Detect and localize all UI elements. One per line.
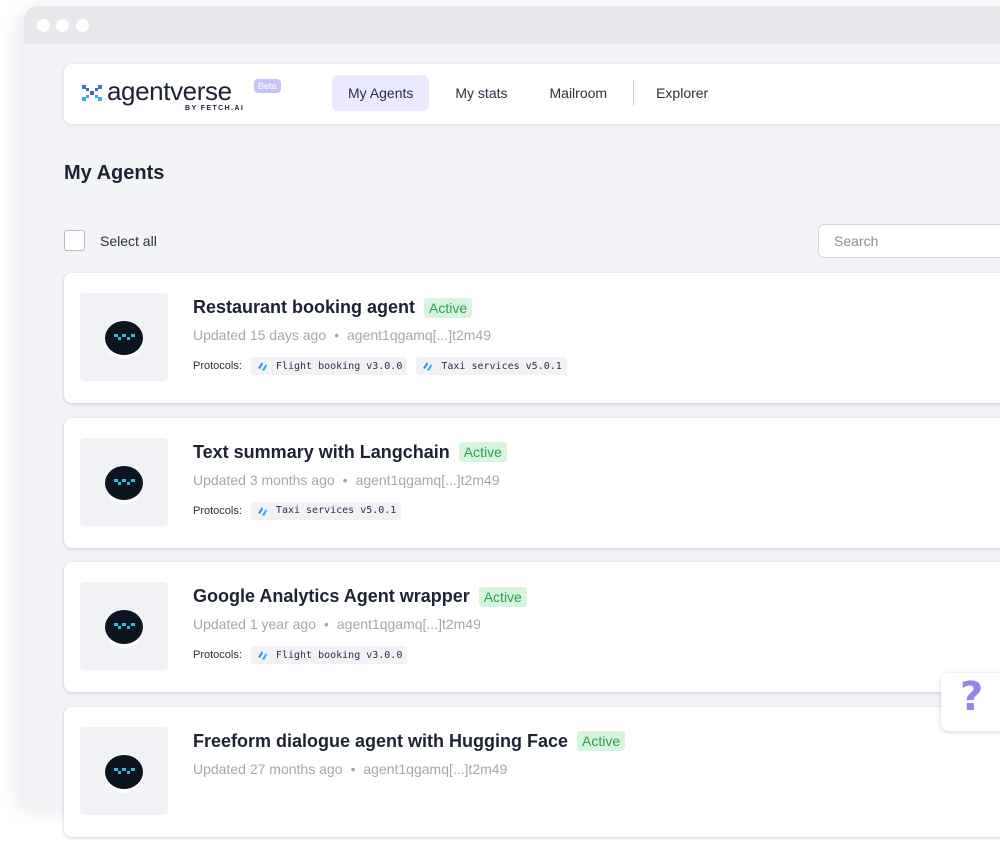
tab-explorer[interactable]: Explorer	[640, 75, 724, 111]
agent-card[interactable]: Google Analytics Agent wrapper Active Up…	[64, 562, 1000, 692]
agent-name-row: Freeform dialogue agent with Hugging Fac…	[193, 731, 626, 752]
agent-address[interactable]: agent1qgamq[...]t2m49	[347, 327, 491, 343]
tab-my-stats[interactable]: My stats	[439, 75, 523, 111]
agent-name[interactable]: Restaurant booking agent	[193, 297, 415, 318]
robot-avatar-icon	[105, 754, 143, 793]
window-dot-close[interactable]	[37, 19, 50, 32]
protocol-icon	[257, 651, 267, 660]
agent-avatar	[80, 582, 168, 670]
beta-badge: Beta	[254, 79, 281, 93]
protocol-icon	[257, 362, 267, 371]
protocol-chip[interactable]: Flight booking v3.0.0	[250, 357, 408, 375]
agent-protocols: Protocols: Taxi services v5.0.1	[193, 501, 410, 520]
tab-my-agents[interactable]: My Agents	[332, 75, 430, 111]
agent-avatar	[80, 293, 168, 381]
protocols-label: Protocols:	[193, 649, 242, 661]
brand-name: agentverse	[107, 76, 232, 106]
status-badge: Active	[478, 586, 527, 607]
agent-protocols: Protocols: Flight booking v3.0.0	[193, 646, 416, 664]
agent-name-row: Restaurant booking agent Active	[193, 297, 473, 318]
agent-address[interactable]: agent1qgamq[...]t2m49	[363, 761, 507, 777]
agentverse-logo[interactable]: agentverse Beta BY FETCH.AI	[81, 72, 291, 116]
status-badge: Active	[424, 297, 473, 318]
select-all-checkbox[interactable]	[64, 230, 85, 251]
meta-separator: •	[334, 327, 340, 343]
window-dot-minimize[interactable]	[56, 19, 69, 32]
search-input[interactable]	[818, 224, 1000, 258]
robot-avatar-icon	[105, 610, 143, 648]
agent-name-row: Text summary with Langchain Active	[193, 442, 507, 463]
agent-list: Restaurant booking agent Active Updated …	[64, 273, 1000, 851]
window-titlebar	[24, 6, 1000, 44]
protocol-icon	[423, 362, 433, 371]
meta-separator: •	[342, 471, 348, 488]
page-title: My Agents	[64, 162, 165, 184]
select-all-label: Select all	[100, 232, 157, 249]
meta-separator: •	[323, 616, 329, 632]
protocols-label: Protocols:	[193, 360, 242, 372]
agent-meta: Updated 3 months ago • agent1qgamq[...]t2m…	[193, 472, 500, 488]
window-dot-maximize[interactable]	[76, 19, 89, 32]
robot-avatar-icon	[105, 465, 143, 504]
agent-address[interactable]: agent1qgamq[...]t2m49	[337, 616, 481, 632]
protocol-icon	[257, 506, 267, 516]
protocol-chip[interactable]: Flight booking v3.0.0	[250, 646, 408, 664]
status-badge: Active	[577, 731, 626, 751]
protocols-label: Protocols:	[193, 504, 242, 517]
tab-mailroom[interactable]: Mailroom	[534, 75, 624, 111]
agent-meta: Updated 1 year ago • agent1qgamq[...]t2m49	[193, 616, 481, 632]
select-all-control: Select all	[64, 230, 157, 251]
robot-avatar-icon	[105, 321, 143, 359]
meta-separator: •	[350, 760, 356, 777]
agent-avatar	[80, 437, 168, 526]
agent-card[interactable]: Restaurant booking agent Active Updated …	[64, 273, 1000, 403]
nav-divider	[633, 80, 635, 106]
protocol-name: Flight booking v3.0.0	[275, 360, 403, 372]
protocol-name: Taxi services v5.0.1	[275, 505, 397, 516]
protocol-chip[interactable]: Taxi services v5.0.1	[416, 357, 567, 375]
agent-meta: Updated 15 days ago • agent1qgamq[...]t2m4…	[193, 327, 491, 343]
agent-name[interactable]: Freeform dialogue agent with Hugging Fac…	[193, 731, 568, 752]
protocol-name: Flight booking v3.0.0	[275, 649, 403, 661]
agent-updated: Updated 3 months ago	[193, 471, 335, 488]
agent-protocols: Protocols: Flight booking v3.0.0 Taxi se…	[193, 357, 576, 375]
agent-address[interactable]: agent1qgamq[...]t2m49	[356, 472, 500, 488]
agent-card[interactable]: Text summary with Langchain Active Updat…	[64, 417, 1000, 548]
protocol-name: Taxi services v5.0.1	[441, 360, 562, 372]
protocol-chip[interactable]: Taxi services v5.0.1	[250, 501, 402, 520]
agent-name[interactable]: Google Analytics Agent wrapper	[193, 586, 470, 607]
brand-byline: BY FETCH.AI	[185, 105, 245, 112]
main-nav: My Agents My stats Mailroom Explorer	[332, 75, 734, 111]
agent-updated: Updated 27 months ago	[193, 760, 343, 777]
agent-avatar	[80, 726, 168, 815]
question-mark-icon: ?	[960, 674, 984, 720]
agent-name-row: Google Analytics Agent wrapper Active	[193, 586, 527, 607]
agent-updated: Updated 15 days ago	[193, 327, 327, 343]
top-navbar: agentverse Beta BY FETCH.AI My Agents My…	[64, 64, 1000, 124]
logo-mark-icon	[82, 85, 102, 101]
agent-name[interactable]: Text summary with Langchain	[193, 442, 450, 463]
help-button[interactable]: ?	[941, 673, 1000, 731]
status-badge: Active	[458, 442, 507, 462]
agent-updated: Updated 1 year ago	[193, 616, 316, 632]
agent-meta: Updated 27 months ago • agent1qgamq[...]t2…	[193, 761, 507, 777]
